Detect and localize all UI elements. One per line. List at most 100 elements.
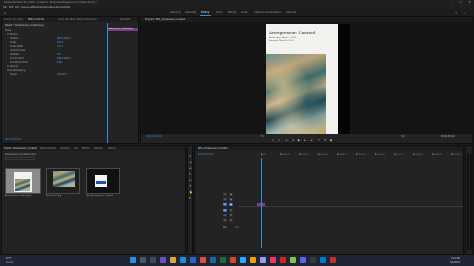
tab-markers[interactable]: Markers <box>94 147 103 150</box>
workspace-libraries[interactable]: Libraries <box>286 11 296 14</box>
play-icon[interactable]: ▶ <box>297 138 301 142</box>
clip-bar[interactable]: Artrepreneur_Curated.png <box>108 28 138 31</box>
pen-tool-icon[interactable]: ✎ <box>189 184 192 188</box>
type-tool-icon[interactable]: T <box>189 196 191 200</box>
ec-row-motion[interactable]: fx Motion <box>7 33 17 36</box>
project-item-2-thumb[interactable] <box>46 168 80 194</box>
tab-sequence[interactable]: SEQ_Artrepreneur_Curated <box>198 147 227 150</box>
slip-tool-icon[interactable]: ↔ <box>189 178 192 182</box>
track-a1-mute[interactable]: M <box>229 209 233 212</box>
rotation-value[interactable]: 0.0 <box>57 53 60 56</box>
workspace-color[interactable]: Color <box>216 11 222 14</box>
track-a1[interactable]: A1 <box>223 209 227 212</box>
project-search-input[interactable] <box>5 157 35 160</box>
track-v1-toggle[interactable]: ▣ <box>229 203 233 206</box>
selection-tool-icon[interactable]: ↖ <box>189 154 192 158</box>
export-frame-icon[interactable]: ◉ <box>329 138 333 142</box>
ec-row-uniform-scale[interactable]: Uniform Scale <box>10 49 25 52</box>
media-encoder-icon[interactable] <box>330 257 336 263</box>
ec-timecode[interactable]: 00:00:00:00 <box>5 138 21 141</box>
start-icon[interactable] <box>130 257 136 263</box>
taskbar-search-icon[interactable] <box>140 257 146 263</box>
tab-history[interactable]: History <box>108 147 116 150</box>
project-item-1-thumb[interactable] <box>5 168 41 194</box>
scale-width-value[interactable]: 100.0 <box>57 45 63 48</box>
speed-value[interactable]: 100.00% <box>57 73 67 76</box>
tab-source[interactable]: Source: (no clips) <box>4 18 23 21</box>
edge-icon[interactable] <box>180 257 186 263</box>
track-select-icon[interactable]: ⇥ <box>189 160 192 164</box>
quality-dropdown[interactable]: Full <box>401 135 405 138</box>
timeline-timecode[interactable]: 00:00:00:00 <box>198 153 214 156</box>
workspace-captions[interactable]: Captions and Graphics <box>254 11 281 14</box>
workspace-effects[interactable]: Effects <box>228 11 236 14</box>
anti-flicker-value[interactable]: 0.00 <box>57 61 62 64</box>
file-explorer-icon[interactable] <box>170 257 176 263</box>
outlook-icon[interactable] <box>320 257 326 263</box>
step-back-icon[interactable]: ◂ <box>291 138 295 142</box>
track-v2-toggle[interactable]: ▣ <box>229 198 233 201</box>
photoshop-icon[interactable] <box>240 257 246 263</box>
tab-media-browser[interactable]: Media Browser <box>40 147 56 150</box>
workspace-assembly[interactable]: Assembly <box>185 11 197 14</box>
track-a2[interactable]: A2 <box>223 214 227 217</box>
anchor-point-value[interactable]: 540.0 960.0 <box>57 57 70 60</box>
timeline-ruler[interactable]: 00:00 00:00:01:00 00:00:02:00 00:00:03:0… <box>261 153 461 159</box>
tab-info[interactable]: Info <box>74 147 78 150</box>
ec-row-opacity[interactable]: fx Opacity <box>7 65 18 68</box>
store-icon[interactable] <box>190 257 196 263</box>
track-a3[interactable]: A3 <box>223 219 227 222</box>
mark-in-icon[interactable]: { <box>271 138 275 142</box>
step-forward-icon[interactable]: ▸ <box>303 138 307 142</box>
clock-date[interactable]: 3/1/2023 <box>450 261 460 264</box>
share-icon[interactable]: ⇪ <box>455 11 458 15</box>
track-a3-mute[interactable]: M <box>229 219 233 222</box>
settings-icon[interactable] <box>310 257 316 263</box>
excel-icon[interactable] <box>220 257 226 263</box>
fit-dropdown[interactable]: Fit <box>261 135 264 138</box>
track-v3-toggle[interactable]: ▣ <box>229 193 233 196</box>
tab-effects[interactable]: Effects <box>82 147 89 150</box>
illustrator-icon[interactable] <box>250 257 256 263</box>
discord-icon[interactable] <box>300 257 306 263</box>
tab-project[interactable]: Project: Artrepreneur_Curated <box>4 147 37 150</box>
indesign-icon[interactable] <box>270 257 276 263</box>
search-icon[interactable]: ⌕ <box>464 11 466 15</box>
workspace-learning[interactable]: Learning <box>170 11 180 14</box>
task-view-icon[interactable] <box>150 257 156 263</box>
position-value[interactable]: 960.0 540.0 <box>57 37 70 40</box>
home-icon[interactable]: ⌂ <box>4 11 6 15</box>
mark-out-icon[interactable]: } <box>277 138 281 142</box>
track-a2-mute[interactable]: M <box>229 214 233 217</box>
project-item-3-thumb[interactable] <box>86 168 120 194</box>
workspace-audio[interactable]: Audio <box>241 11 248 14</box>
track-v1[interactable]: V1 <box>223 203 227 206</box>
workspace-editing[interactable]: Editing <box>201 11 209 14</box>
tab-libraries[interactable]: Libraries <box>60 147 69 150</box>
lift-icon[interactable]: ⇡ <box>317 138 321 142</box>
powerpoint-icon[interactable] <box>230 257 236 263</box>
spotify-icon[interactable] <box>290 257 296 263</box>
timeline-playhead[interactable] <box>261 158 262 248</box>
go-to-in-icon[interactable]: ⇤ <box>285 138 289 142</box>
tab-metadata[interactable]: Metadata <box>120 18 130 21</box>
scale-value[interactable]: 100.0 <box>57 41 63 44</box>
tab-effect-controls[interactable]: Effect Controls <box>28 18 44 21</box>
acrobat-icon[interactable] <box>280 257 286 263</box>
tab-audio-clip-mixer[interactable]: Audio Clip Mixer: SEQ_Artrepreneur <box>58 18 97 21</box>
ripple-edit-icon[interactable]: ⇹ <box>189 166 192 170</box>
teams-icon[interactable] <box>160 257 166 263</box>
go-to-out-icon[interactable]: ⇥ <box>309 138 313 142</box>
hand-tool-icon[interactable]: ✋ <box>189 190 193 194</box>
master-track-value[interactable]: 0.0 <box>235 226 238 229</box>
word-icon[interactable] <box>210 257 216 263</box>
track-v3[interactable]: V3 <box>223 193 227 196</box>
extract-icon[interactable]: ⇞ <box>323 138 327 142</box>
premiere-icon[interactable] <box>260 257 266 263</box>
track-v2[interactable]: V2 <box>223 198 227 201</box>
ec-row-time-remapping[interactable]: Time Remapping <box>7 69 25 72</box>
program-timecode[interactable]: 00:00:00:00 <box>146 135 162 138</box>
tab-program[interactable]: Program: SEQ_Artrepreneur_Curated <box>145 18 185 21</box>
chrome-icon[interactable] <box>200 257 206 263</box>
razor-tool-icon[interactable]: ✂ <box>189 172 192 176</box>
